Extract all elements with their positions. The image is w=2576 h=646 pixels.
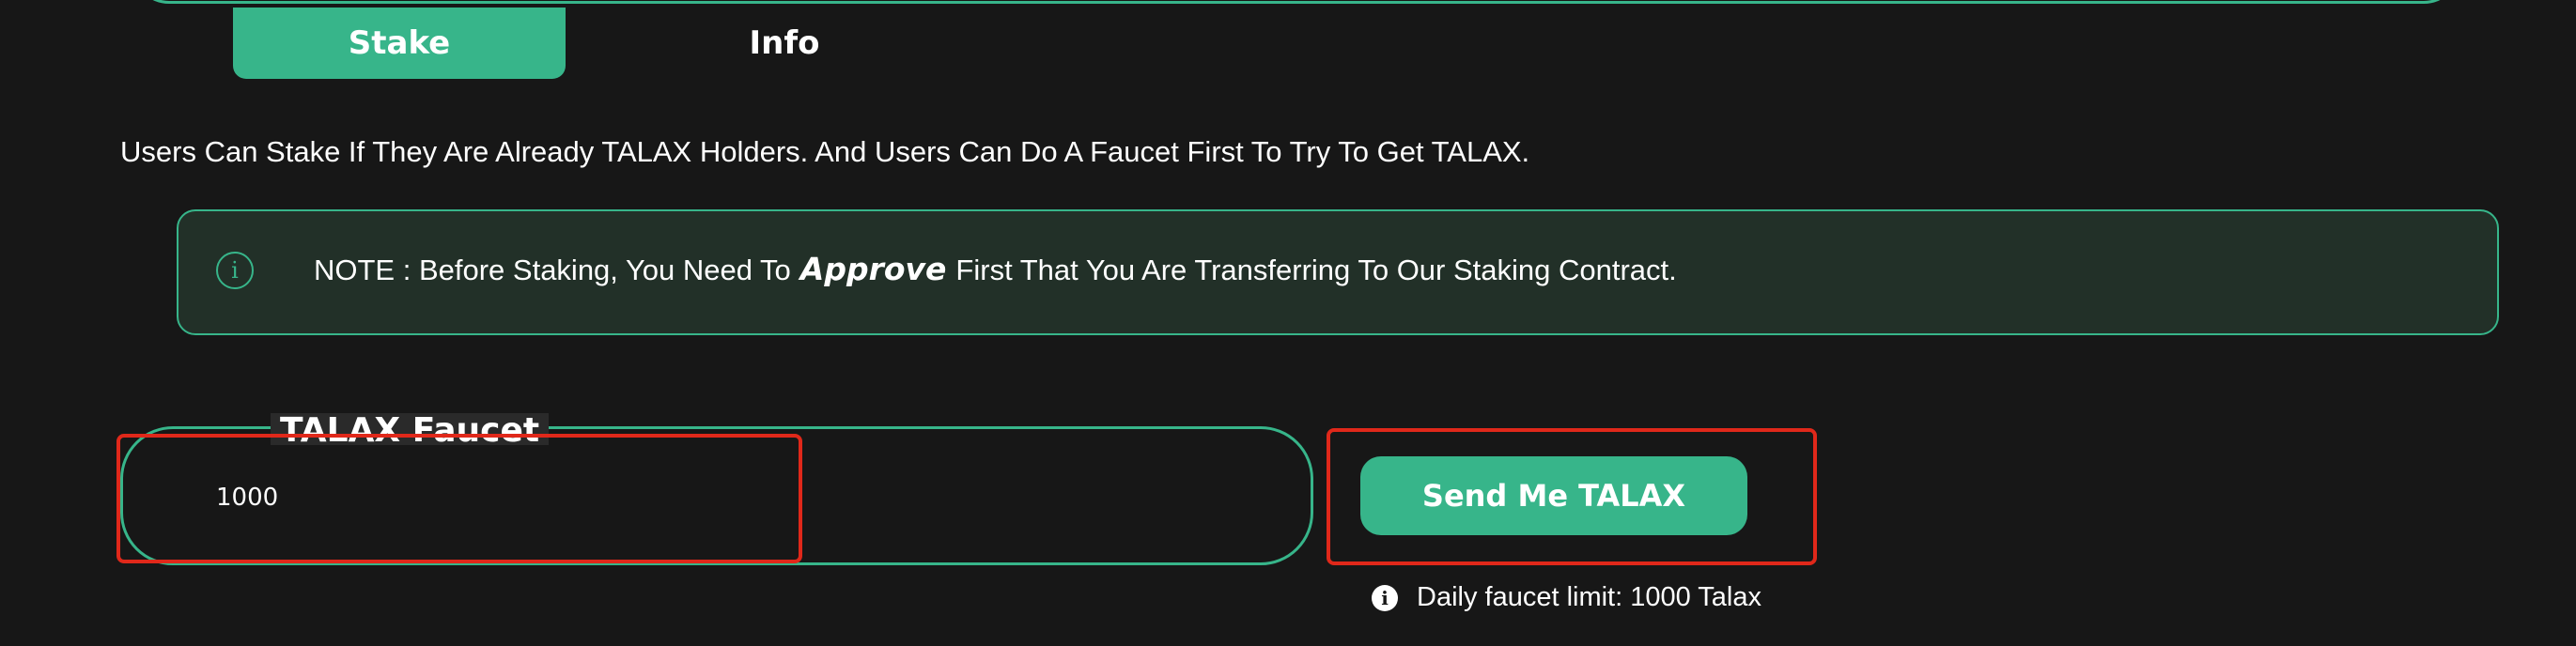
tab-stake[interactable]: Stake — [233, 8, 566, 79]
top-panel-frame — [132, 0, 2461, 4]
faucet-limit-text: Daily faucet limit: 1000 Talax — [1417, 582, 1761, 612]
faucet-label: TALAX Faucet — [271, 413, 550, 445]
tab-info[interactable]: Info — [618, 8, 951, 79]
note-approve-emphasis: Approve — [799, 251, 947, 287]
note-banner: i NOTE : Before Staking, You Need To App… — [177, 209, 2499, 335]
note-prefix: NOTE : Before Staking, You Need To — [314, 254, 791, 286]
faucet-amount-input[interactable] — [216, 474, 780, 521]
note-suffix: First That You Are Transferring To Our S… — [955, 254, 1677, 286]
info-filled-icon: i — [1372, 584, 1398, 611]
note-text: NOTE : Before Staking, You Need To Appro… — [314, 251, 1677, 287]
faucet-limit-info: i Daily faucet limit: 1000 Talax — [1372, 582, 1761, 613]
send-me-talax-button[interactable]: Send Me TALAX — [1360, 456, 1747, 535]
stake-description: Users Can Stake If They Are Already TALA… — [120, 135, 1530, 168]
info-outline-icon: i — [216, 252, 254, 289]
